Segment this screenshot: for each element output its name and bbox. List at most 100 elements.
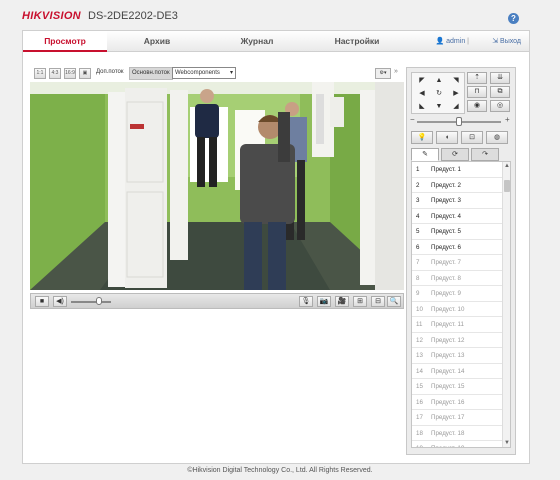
preset-number: 3 (416, 197, 420, 204)
ptz-function-tabs: ✎ ⟳ ↷ (411, 148, 511, 161)
preset-row[interactable]: 18 Предуст. 18 (412, 426, 510, 441)
pan-up-left-icon[interactable]: ◤ (414, 75, 430, 86)
ptz-lens-controls: ⇡ ⇊ ⊓ ⧉ ◉ ◎ (467, 72, 513, 114)
magnifier-icon[interactable]: 🔍 (387, 296, 401, 307)
wiper-icon[interactable]: ◖ (436, 131, 458, 144)
preset-number: 19 (416, 441, 423, 447)
preset-row[interactable]: 12 Предуст. 12 (412, 333, 510, 348)
patrol-icon[interactable]: ⟳ (441, 148, 469, 161)
speed-minus-icon: − (410, 115, 415, 124)
stop-icon[interactable]: ■ (35, 296, 49, 307)
pan-up-right-icon[interactable]: ◥ (448, 75, 464, 86)
expand-icon[interactable]: » (394, 68, 398, 75)
preset-icon[interactable]: ✎ (411, 148, 439, 161)
pan-down-icon[interactable]: ▼ (431, 101, 447, 112)
lens-init-icon[interactable]: ◍ (486, 131, 508, 144)
preset-row[interactable]: 15 Предуст. 15 (412, 379, 510, 395)
video-settings-button[interactable]: ⚙▾ (375, 68, 391, 79)
layout-fit-button[interactable]: ▣ (79, 68, 91, 79)
pattern-icon[interactable]: ↷ (471, 148, 499, 161)
pan-down-left-icon[interactable]: ◣ (414, 101, 430, 112)
zoom-out-icon[interactable]: ⊟ (371, 296, 385, 307)
preset-number: 7 (416, 259, 420, 266)
preset-row[interactable]: 6 Предуст. 6 (412, 240, 510, 255)
speed-plus-icon: + (505, 115, 510, 124)
pan-right-icon[interactable]: ▶ (448, 88, 464, 99)
preset-row[interactable]: 1 Предуст. 1 (412, 162, 510, 178)
preset-name: Предуст. 7 (431, 259, 461, 266)
preset-name: Предуст. 1 (431, 166, 461, 173)
preset-name: Предуст. 11 (431, 321, 464, 328)
preset-row[interactable]: 8 Предуст. 8 (412, 271, 510, 286)
question-circle-icon[interactable]: ? (508, 13, 519, 24)
preset-name: Предуст. 18 (431, 429, 465, 437)
video-controls-bar: ■ ◀) 🎙 📷 🎥 ⊞ ⊟ 🔍 (30, 293, 404, 309)
focus-far-icon[interactable]: ⧉ (490, 86, 510, 98)
microphone-icon[interactable]: 🎙 (299, 296, 313, 307)
plugin-select[interactable]: Webcomponents (172, 67, 236, 79)
preset-name: Предуст. 8 (431, 274, 461, 282)
preset-row[interactable]: 17 Предуст. 17 (412, 410, 510, 426)
light-icon[interactable]: 💡 (411, 131, 433, 144)
preset-row[interactable]: 2 Предуст. 2 (412, 178, 510, 193)
pan-up-icon[interactable]: ▲ (431, 75, 447, 86)
sub-stream-button[interactable]: Доп.поток (96, 69, 123, 75)
auto-pan-icon[interactable]: ↻ (431, 88, 447, 99)
preset-row[interactable]: 9 Предуст. 9 (412, 286, 510, 302)
preset-row[interactable]: 10 Предуст. 10 (412, 302, 510, 317)
zoom-in-icon[interactable]: ⇡ (467, 72, 487, 84)
chevron-up-icon[interactable]: ▲ (503, 162, 510, 170)
ptz-speed-slider-handle[interactable] (456, 117, 462, 126)
tab-playback[interactable]: Архив (107, 31, 207, 52)
speaker-icon[interactable]: ◀) (53, 296, 67, 307)
preset-row[interactable]: 5 Предуст. 5 (412, 224, 510, 240)
preset-number: 18 (416, 429, 423, 437)
chevron-down-icon[interactable]: ▼ (503, 439, 510, 447)
logout-link[interactable]: ⇲ Выход (492, 37, 521, 45)
scrollbar-thumb[interactable] (504, 180, 510, 192)
device-model: DS-2DE2202-DE3 (88, 10, 178, 22)
iris-close-icon[interactable]: ◎ (490, 100, 510, 112)
preset-row[interactable]: 7 Предуст. 7 (412, 255, 510, 271)
volume-slider-handle[interactable] (96, 297, 102, 305)
preset-number: 12 (416, 336, 423, 344)
preset-number: 13 (416, 352, 423, 359)
one-touch-focus-icon[interactable]: ⊡ (461, 131, 483, 144)
zoom-out-icon[interactable]: ⇊ (490, 72, 510, 84)
pan-down-right-icon[interactable]: ◢ (448, 101, 464, 112)
preset-name: Предуст. 10 (431, 305, 465, 313)
preset-number: 9 (416, 290, 420, 297)
layout-4x3-button[interactable]: 4:3 (49, 68, 61, 79)
preset-row[interactable]: 3 Предуст. 3 (412, 193, 510, 209)
layout-1x1-button[interactable]: 1:1 (34, 68, 46, 79)
record-icon[interactable]: 🎥 (335, 296, 349, 307)
preset-scrollbar[interactable]: ▲ ▼ (502, 162, 510, 447)
ptz-direction-pad: ◤ ▲ ◥ ◀ ↻ ▶ ◣ ▼ ◢ (411, 72, 465, 114)
preset-name: Предуст. 5 (431, 228, 461, 235)
main-stream-button[interactable]: Основн.поток (129, 67, 173, 80)
preset-number: 6 (416, 243, 420, 251)
layout-16x9-button[interactable]: 16:9 (64, 68, 76, 79)
preset-row[interactable]: 11 Предуст. 11 (412, 317, 510, 333)
user-icon: 👤 (435, 38, 445, 45)
preset-row[interactable]: 19 Предуст. 19 (412, 441, 510, 447)
live-video[interactable] (30, 82, 404, 290)
preset-name: Предуст. 4 (431, 212, 461, 220)
user-info: 👤 admin | (435, 37, 469, 45)
iris-open-icon[interactable]: ◉ (467, 100, 487, 112)
preset-row[interactable]: 14 Предуст. 14 (412, 364, 510, 379)
volume-slider[interactable] (71, 301, 111, 303)
zoom-in-icon[interactable]: ⊞ (353, 296, 367, 307)
username: admin (446, 38, 466, 45)
tab-live-view[interactable]: Просмотр (23, 31, 107, 52)
preset-name: Предуст. 2 (431, 181, 461, 189)
tab-log[interactable]: Журнал (207, 31, 307, 52)
focus-near-icon[interactable]: ⊓ (467, 86, 487, 98)
preset-row[interactable]: 13 Предуст. 13 (412, 348, 510, 364)
preset-row[interactable]: 16 Предуст. 16 (412, 395, 510, 410)
tab-settings[interactable]: Настройки (307, 31, 407, 52)
preset-row[interactable]: 4 Предуст. 4 (412, 209, 510, 224)
separator: | (467, 38, 469, 45)
camera-icon[interactable]: 📷 (317, 296, 331, 307)
pan-left-icon[interactable]: ◀ (414, 88, 430, 99)
